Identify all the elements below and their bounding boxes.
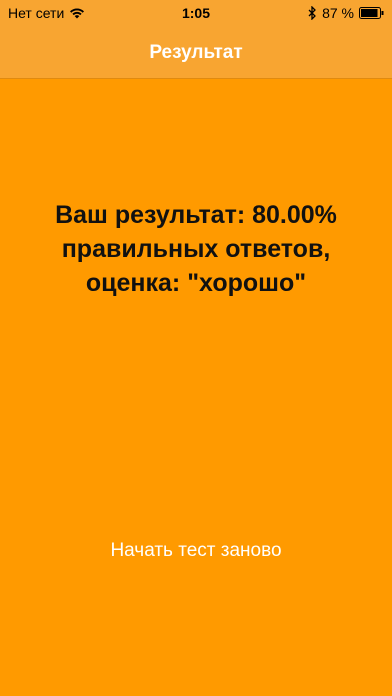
battery-icon: [359, 7, 384, 19]
result-screen: Нет сети 1:05 87 % Результат Ваш результ…: [0, 0, 392, 696]
navigation-bar: Нет сети 1:05 87 % Результат: [0, 0, 392, 79]
page-title: Результат: [149, 42, 243, 63]
battery-percent: 87 %: [322, 5, 354, 21]
result-message: Ваш результат: 80.00% правильных ответов…: [55, 201, 337, 297]
status-bar: Нет сети 1:05 87 %: [0, 0, 392, 26]
restart-test-button[interactable]: Начать тест заново: [0, 540, 392, 562]
bluetooth-icon: [308, 6, 317, 20]
status-right: 87 %: [308, 5, 384, 21]
